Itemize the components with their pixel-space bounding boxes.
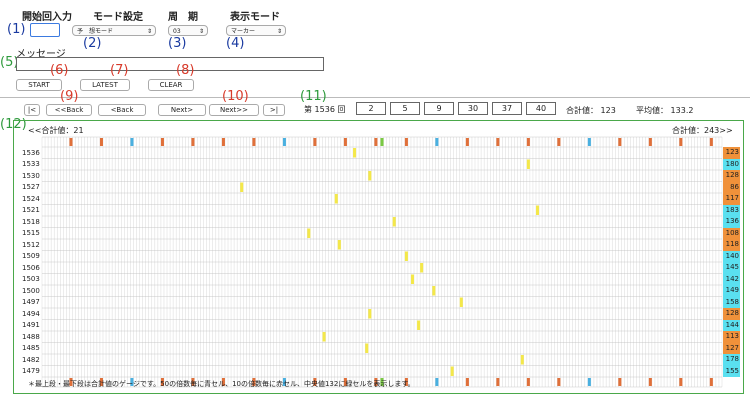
gauge-ten-marker — [709, 138, 713, 146]
row-sum-cell: 155 — [723, 365, 740, 377]
gauge-ten-marker — [221, 138, 225, 146]
gauge-ten-marker — [465, 138, 469, 146]
row-sum-cell: 178 — [723, 354, 740, 366]
gauge-ten-marker — [404, 138, 408, 146]
row-label: 1518 — [22, 217, 40, 226]
sum-mark-1536 — [353, 148, 357, 158]
footer-note: ＊最上段・最下段は合計値のゲージです。50の倍数毎に青セル、10の倍数毎に赤セル… — [28, 380, 415, 388]
row-sum-cell: 140 — [723, 250, 740, 262]
row-sum-cell: 118 — [723, 239, 740, 251]
gauge-ten-marker — [343, 138, 347, 146]
gauge-median-marker — [380, 138, 384, 146]
sum-mark-1488 — [322, 332, 326, 342]
row-label: 1506 — [22, 263, 40, 272]
gauge-ten-marker — [526, 138, 530, 146]
sum-gauge-grid — [41, 136, 723, 388]
row-sum-cell: 136 — [723, 216, 740, 228]
row-label: 1509 — [22, 252, 40, 260]
sum-mark-1524 — [334, 194, 338, 204]
row-sum-cell: 180 — [723, 158, 740, 170]
gauge-ten-marker — [374, 138, 378, 146]
gauge-ten-marker — [496, 378, 500, 386]
gauge-ten-marker — [679, 138, 683, 146]
gauge-fifty-marker — [435, 378, 439, 386]
sum-mark-1500 — [432, 286, 436, 296]
gauge-fifty-marker — [130, 138, 134, 146]
row-sum-cell: 123 — [723, 147, 740, 159]
gauge-ten-marker — [709, 378, 713, 386]
sum-mark-1503 — [410, 274, 415, 284]
row-label: 1479 — [22, 367, 40, 375]
row-sum-cell: 183 — [723, 204, 740, 216]
gauge-ten-marker — [648, 138, 652, 146]
row-sum-cell: 117 — [723, 193, 740, 205]
row-sum-cell: 86 — [723, 181, 740, 193]
gauge-fifty-marker — [587, 378, 591, 386]
row-label: 1530 — [22, 171, 40, 180]
sum-mark-1533 — [526, 159, 530, 169]
gauge-ten-marker — [648, 378, 652, 386]
gauge-fifty-marker — [587, 138, 591, 146]
row-label: 1497 — [22, 298, 40, 306]
gauge-ten-marker — [191, 138, 195, 146]
sum-mark-1506 — [420, 263, 424, 273]
row-label: 1488 — [22, 332, 40, 341]
sum-mark-1479 — [450, 366, 454, 376]
row-label: 1503 — [22, 275, 40, 283]
row-label: 1494 — [22, 309, 40, 318]
row-sum-cell: 144 — [723, 319, 740, 331]
row-label: 1500 — [22, 286, 40, 295]
row-sum-cell: 128 — [723, 170, 740, 182]
gauge-ten-marker — [99, 138, 103, 146]
gauge-ten-marker — [496, 138, 500, 146]
gauge-ten-marker — [557, 378, 561, 386]
row-label: 1491 — [22, 321, 40, 329]
row-sum-cell: 142 — [723, 273, 740, 285]
row-sum-cell: 158 — [723, 296, 740, 308]
gauge-ten-marker — [69, 138, 73, 146]
row-label: 1512 — [22, 240, 40, 249]
row-label: 1515 — [22, 229, 40, 237]
gauge-ten-marker — [252, 138, 256, 146]
row-sum-cell: 128 — [723, 308, 740, 320]
sum-mark-1512 — [337, 240, 341, 250]
sum-mark-1482 — [520, 355, 524, 365]
gauge-ten-marker — [313, 138, 317, 146]
gauge-ten-marker — [160, 138, 164, 146]
row-sum-cell: 108 — [723, 227, 740, 239]
sum-mark-1527 — [240, 182, 244, 192]
row-sum-cell: 145 — [723, 262, 740, 274]
gauge-ten-marker — [557, 138, 561, 146]
row-sum-cell: 113 — [723, 331, 740, 343]
gauge-ten-marker — [618, 378, 622, 386]
sum-mark-1530 — [368, 171, 372, 181]
sum-mark-1491 — [417, 320, 421, 330]
gauge-ten-marker — [465, 378, 469, 386]
sum-mark-1521 — [535, 205, 540, 215]
sum-mark-1515 — [307, 228, 311, 238]
sum-mark-1518 — [392, 217, 396, 227]
sum-mark-1509 — [404, 251, 408, 261]
gauge-fifty-marker — [435, 138, 439, 146]
gauge-ten-marker — [526, 378, 530, 386]
row-label: 1533 — [22, 160, 40, 168]
sum-mark-1497 — [459, 297, 463, 307]
gauge-ten-marker — [618, 138, 622, 146]
gauge-ten-marker — [679, 378, 683, 386]
row-label: 1527 — [22, 183, 40, 191]
row-sum-cell: 127 — [723, 342, 740, 354]
row-label: 1482 — [22, 355, 40, 364]
row-sum-cell: 149 — [723, 285, 740, 297]
row-label: 1485 — [22, 344, 40, 352]
row-label: 1536 — [22, 148, 40, 157]
sum-mark-1485 — [365, 343, 369, 353]
sum-mark-1494 — [368, 309, 372, 319]
row-label: 1524 — [22, 194, 40, 203]
row-label: 1521 — [22, 206, 40, 214]
gauge-fifty-marker — [282, 138, 286, 146]
